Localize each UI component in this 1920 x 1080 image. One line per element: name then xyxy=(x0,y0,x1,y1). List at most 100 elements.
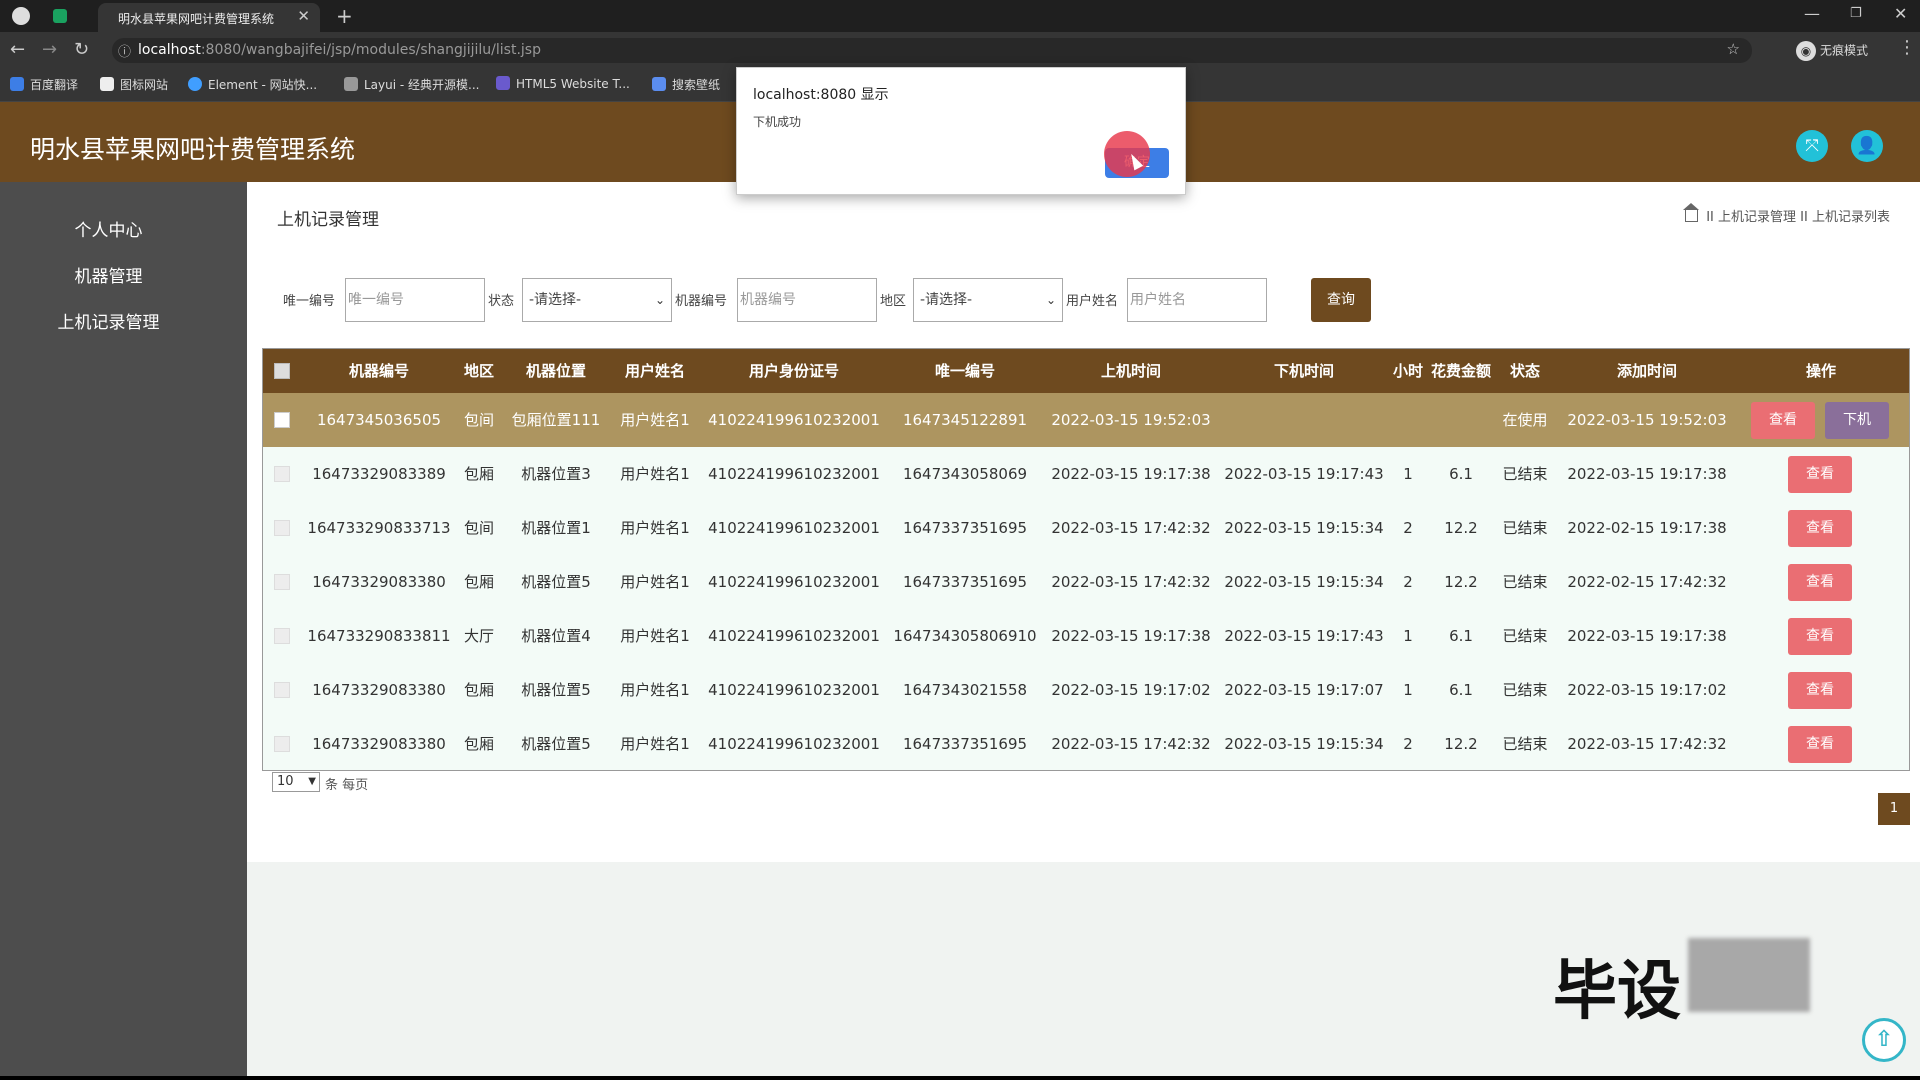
query-button[interactable]: 查询 xyxy=(1311,278,1371,322)
sidebar-item-machines[interactable]: 机器管理 xyxy=(0,262,217,287)
forward-icon[interactable]: → xyxy=(42,39,57,60)
cell-status: 已结束 xyxy=(1502,627,1548,645)
row-checkbox[interactable] xyxy=(274,466,290,482)
machine-input[interactable] xyxy=(737,278,877,322)
cell-user: 用户姓名1 xyxy=(620,573,690,591)
offline-button[interactable]: 下机 xyxy=(1825,402,1889,439)
cell-status: 已结束 xyxy=(1502,681,1548,699)
bookmark-item[interactable]: 图标网站 xyxy=(100,76,168,93)
row-checkbox[interactable] xyxy=(274,574,290,590)
status-label: 状态 xyxy=(488,294,515,309)
table-row[interactable]: 1647345036505 包间 包厢位置111 用户姓名1 410224199… xyxy=(263,393,1909,447)
user-input[interactable] xyxy=(1127,278,1267,322)
page-size-select[interactable]: 10 ▼ xyxy=(272,772,320,792)
url-field[interactable]: ⓘ localhost:8080/wangbajifei/jsp/modules… xyxy=(112,38,1752,63)
cell-location: 包厢位置111 xyxy=(511,411,601,429)
table-row[interactable]: 164733290833713 包间 机器位置1 用户姓名1 410224199… xyxy=(263,501,1909,555)
window-close-icon[interactable]: ✕ xyxy=(1894,4,1907,23)
col-idcard: 用户身份证号 xyxy=(748,362,840,380)
bookmark-item[interactable]: Layui - 经典开源模... xyxy=(344,76,479,93)
dialog-title: localhost:8080 显示 xyxy=(753,87,889,103)
table-row[interactable]: 16473329083380 包厢 机器位置5 用户姓名1 4102241996… xyxy=(263,555,1909,609)
cell-region: 包厢 xyxy=(463,735,495,753)
address-bar-row: ← → ↻ ⓘ localhost:8080/wangbajifei/jsp/m… xyxy=(0,32,1920,68)
cell-idcard: 410224199610232001 xyxy=(708,627,880,645)
tab-title: 明水县苹果网吧计费管理系统 xyxy=(118,12,275,26)
minimize-icon[interactable]: — xyxy=(1804,4,1820,23)
view-button[interactable]: 查看 xyxy=(1788,618,1852,655)
app-title: 明水县苹果网吧计费管理系统 xyxy=(30,135,356,164)
cell-cost: 6.1 xyxy=(1449,627,1473,645)
back-icon[interactable]: ← xyxy=(10,39,25,60)
col-added: 添加时间 xyxy=(1616,362,1678,380)
cell-user: 用户姓名1 xyxy=(620,519,690,537)
back-to-top-icon[interactable]: ⇧ xyxy=(1862,1018,1906,1062)
cell-location: 机器位置5 xyxy=(521,681,591,699)
uid-label: 唯一编号 xyxy=(283,294,336,309)
site-info-icon[interactable]: ⓘ xyxy=(118,41,131,60)
cell-on-time: 2022-03-15 17:42:32 xyxy=(1051,735,1211,753)
select-all-checkbox[interactable] xyxy=(274,363,290,379)
status-select[interactable]: -请选择- ⌄ xyxy=(522,278,672,322)
browser-tab-bar: 明水县苹果网吧计费管理系统 ✕ + — ❐ ✕ xyxy=(0,0,1920,32)
table-row[interactable]: 16473329083380 包厢 机器位置5 用户姓名1 4102241996… xyxy=(263,717,1909,771)
cell-region: 包厢 xyxy=(463,681,495,699)
cell-added: 2022-03-15 19:17:02 xyxy=(1567,681,1727,699)
bookmark-star-icon[interactable]: ☆ xyxy=(1727,40,1740,58)
breadcrumb-item: 上机记录列表 xyxy=(1811,210,1890,225)
wallpaper-icon xyxy=(652,77,666,91)
browser-menu-icon[interactable]: ⋮ xyxy=(1898,37,1916,58)
col-actions: 操作 xyxy=(1805,362,1837,380)
sidebar-item-records[interactable]: 上机记录管理 xyxy=(0,308,217,333)
view-button[interactable]: 查看 xyxy=(1788,456,1852,493)
browser-tab[interactable]: 明水县苹果网吧计费管理系统 ✕ xyxy=(98,3,320,32)
row-checkbox[interactable] xyxy=(274,736,290,752)
cell-on-time: 2022-03-15 19:17:38 xyxy=(1051,627,1211,645)
row-checkbox[interactable] xyxy=(274,412,290,428)
uid-input[interactable] xyxy=(345,278,485,322)
breadcrumb-item[interactable]: 上机记录管理 xyxy=(1718,210,1796,225)
region-select[interactable]: -请选择- ⌄ xyxy=(913,278,1063,322)
home-icon[interactable] xyxy=(1683,203,1700,222)
row-checkbox[interactable] xyxy=(274,682,290,698)
fullscreen-icon[interactable]: ⤧ xyxy=(1796,130,1828,162)
view-button[interactable]: 查看 xyxy=(1788,726,1852,763)
table-row[interactable]: 16473329083380 包厢 机器位置5 用户姓名1 4102241996… xyxy=(263,663,1909,717)
cell-user: 用户姓名1 xyxy=(620,627,690,645)
cell-location: 机器位置1 xyxy=(521,519,591,537)
cell-on-time: 2022-03-15 17:42:32 xyxy=(1051,519,1211,537)
restore-icon[interactable]: ❐ xyxy=(1850,6,1862,21)
incognito-indicator[interactable]: ◉ 无痕模式 xyxy=(1796,41,1868,61)
tab-close-icon[interactable]: ✕ xyxy=(297,7,310,25)
page-number-button[interactable]: 1 xyxy=(1878,793,1910,825)
bookmark-item[interactable]: HTML5 Website T... xyxy=(496,76,630,91)
cell-region: 包间 xyxy=(463,411,495,429)
records-table: 机器编号 地区 机器位置 用户姓名 用户身份证号 唯一编号 上机时间 下机时间 … xyxy=(262,348,1910,771)
view-button[interactable]: 查看 xyxy=(1788,510,1852,547)
cell-cost: 12.2 xyxy=(1444,519,1478,537)
view-button[interactable]: 查看 xyxy=(1788,672,1852,709)
bookmark-item[interactable]: Element - 网站快... xyxy=(188,76,317,93)
table-row[interactable]: 16473329083389 包厢 机器位置3 用户姓名1 4102241996… xyxy=(263,447,1909,501)
col-status: 状态 xyxy=(1509,362,1541,380)
cell-hours: 1 xyxy=(1403,627,1413,645)
user-avatar-icon[interactable]: 👤 xyxy=(1851,130,1883,162)
view-button[interactable]: 查看 xyxy=(1751,402,1815,439)
cell-uid: 1647337351695 xyxy=(902,735,1028,753)
per-page-label: 条 每页 xyxy=(325,778,369,793)
bookmark-item[interactable]: 搜索壁纸 xyxy=(652,76,720,93)
cell-uid: 1647337351695 xyxy=(902,573,1028,591)
bookmark-item[interactable]: 百度翻译 xyxy=(10,76,78,93)
screen-bottom-edge xyxy=(0,1076,1920,1080)
cell-cost: 6.1 xyxy=(1449,681,1473,699)
sidebar-item-personal[interactable]: 个人中心 xyxy=(0,216,217,241)
reload-icon[interactable]: ↻ xyxy=(74,39,89,60)
cell-on-time: 2022-03-15 17:42:32 xyxy=(1051,573,1211,591)
cell-machine: 164733290833713 xyxy=(307,519,451,537)
row-checkbox[interactable] xyxy=(274,628,290,644)
view-button[interactable]: 查看 xyxy=(1788,564,1852,601)
cell-off-time: 2022-03-15 19:15:34 xyxy=(1224,519,1384,537)
row-checkbox[interactable] xyxy=(274,520,290,536)
table-row[interactable]: 164733290833811 大厅 机器位置4 用户姓名1 410224199… xyxy=(263,609,1909,663)
new-tab-icon[interactable]: + xyxy=(336,4,353,28)
